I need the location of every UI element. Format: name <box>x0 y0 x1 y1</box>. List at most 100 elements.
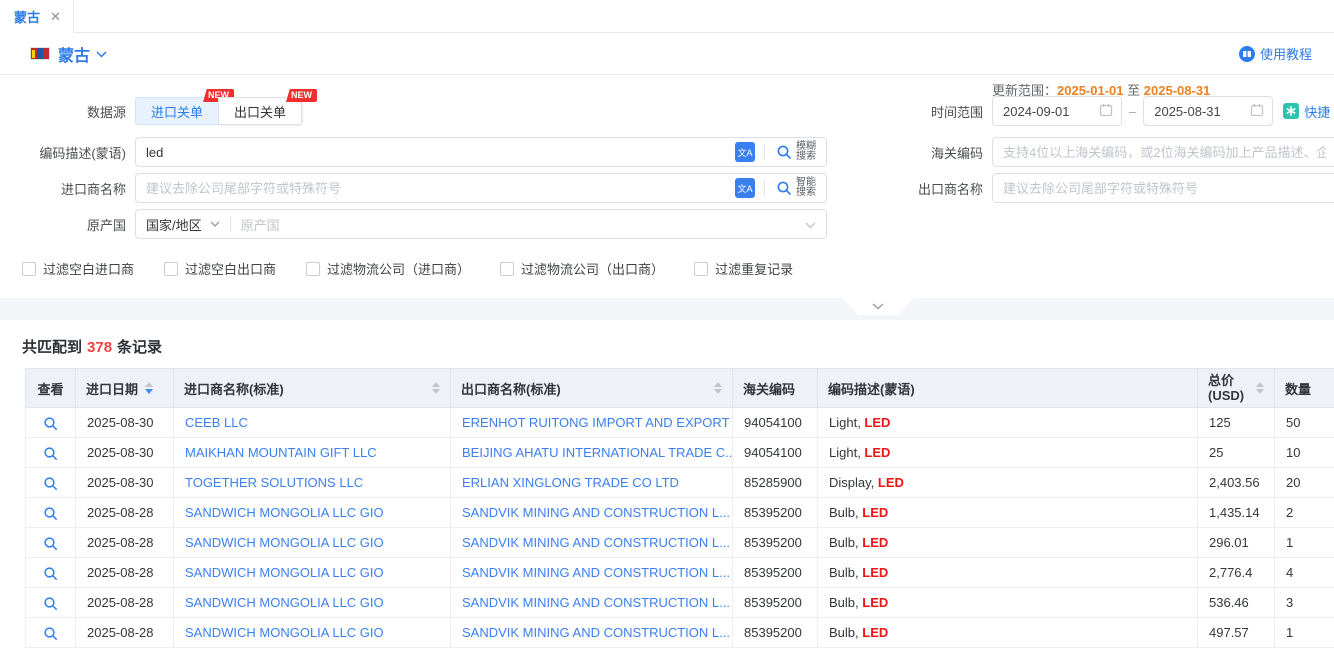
cell-code-desc: Bulb, LED <box>818 498 1198 528</box>
cell-import-date: 2025-08-28 <box>76 558 174 588</box>
filter-checkboxes: 过滤空白进口商 过滤空白出口商 过滤物流公司（进口商） 过滤物流公司（出口商） … <box>22 259 793 278</box>
records-table: 查看 进口日期 进口商名称(标准) 出口商名称(标准) 海关编码 编码描述(蒙语… <box>25 368 1334 648</box>
view-record-button[interactable] <box>43 536 58 551</box>
magnifier-icon <box>43 446 58 461</box>
shortcut-button[interactable]: 快捷 <box>1283 102 1330 121</box>
exporter-link[interactable]: SANDVIK MINING AND CONSTRUCTION L... <box>462 625 730 640</box>
view-record-button[interactable] <box>43 506 58 521</box>
chevron-down-icon[interactable] <box>805 217 816 232</box>
led-highlight: LED <box>878 475 904 490</box>
exporter-link[interactable]: BEIJING AHATU INTERNATIONAL TRADE C... <box>462 445 733 460</box>
tutorial-link[interactable]: 使用教程 <box>1239 44 1312 63</box>
cell-hs-code: 94054100 <box>733 438 818 468</box>
translate-icon[interactable]: 文A <box>735 142 755 162</box>
col-importer[interactable]: 进口商名称(标准) <box>174 369 451 408</box>
cell-hs-code: 85395200 <box>733 558 818 588</box>
results-summary: 共匹配到378条记录 <box>22 336 162 357</box>
cell-import-date: 2025-08-30 <box>76 468 174 498</box>
importer-link[interactable]: MAIKHAN MOUNTAIN GIFT LLC <box>185 445 377 460</box>
cell-import-date: 2025-08-28 <box>76 588 174 618</box>
col-exporter[interactable]: 出口商名称(标准) <box>451 369 733 408</box>
chevron-down-icon <box>872 303 884 310</box>
checkbox-icon <box>22 262 36 276</box>
importer-link[interactable]: SANDWICH MONGOLIA LLC GIO <box>185 535 384 550</box>
col-import-date[interactable]: 进口日期 <box>76 369 174 408</box>
col-code-desc: 编码描述(蒙语) <box>818 369 1198 408</box>
exporter-link[interactable]: SANDVIK MINING AND CONSTRUCTION L... <box>462 595 730 610</box>
led-highlight: LED <box>864 415 890 430</box>
importer-link[interactable]: SANDWICH MONGOLIA LLC GIO <box>185 595 384 610</box>
importer-link[interactable]: TOGETHER SOLUTIONS LLC <box>185 475 363 490</box>
collapse-panel-button[interactable] <box>843 298 913 315</box>
cell-code-desc: Light, LED <box>818 438 1198 468</box>
date-start-input[interactable]: 2024-09-01 <box>992 96 1122 126</box>
exporter-link[interactable]: ERENHOT RUITONG IMPORT AND EXPORT ... <box>462 415 733 430</box>
importer-link[interactable]: CEEB LLC <box>185 415 248 430</box>
app-screen: 蒙古 ✕ 蒙古 使用教程 更新范围：2025-01-01 至 2025-08-3… <box>0 0 1334 648</box>
cell-quantity: 50 <box>1275 408 1334 438</box>
view-record-button[interactable] <box>43 446 58 461</box>
sort-icons[interactable] <box>714 382 722 394</box>
view-record-button[interactable] <box>43 416 58 431</box>
smart-search-button[interactable]: 智能搜索 <box>774 178 826 198</box>
tutorial-label: 使用教程 <box>1260 44 1312 63</box>
checkbox-filter-blank-exporter[interactable]: 过滤空白出口商 <box>164 259 276 278</box>
col-total-usd[interactable]: 总价(USD) <box>1198 369 1275 408</box>
tab-import-declarations[interactable]: 进口关单 NEW <box>135 97 219 125</box>
cell-code-desc: Bulb, LED <box>818 558 1198 588</box>
led-highlight: LED <box>862 535 888 550</box>
origin-placeholder[interactable]: 原产国 <box>231 215 280 234</box>
col-hs-code: 海关编码 <box>733 369 818 408</box>
table-row: 2025-08-28 SANDWICH MONGOLIA LLC GIO SAN… <box>26 498 1334 528</box>
checkbox-filter-logistics-exporter[interactable]: 过滤物流公司（出口商） <box>500 259 664 278</box>
translate-icon[interactable]: 文A <box>735 178 755 198</box>
tab-mongolia[interactable]: 蒙古 ✕ <box>0 0 74 33</box>
table-row: 2025-08-28 SANDWICH MONGOLIA LLC GIO SAN… <box>26 588 1334 618</box>
sort-icons[interactable] <box>145 382 153 394</box>
checkbox-filter-duplicates[interactable]: 过滤重复记录 <box>694 259 793 278</box>
sort-icons[interactable] <box>432 382 440 394</box>
cell-total-usd: 2,403.56 <box>1198 468 1275 498</box>
time-range-label: 时间范围 <box>872 102 992 121</box>
exporter-link[interactable]: ERLIAN XINGLONG TRADE CO LTD <box>462 475 679 490</box>
code-desc-input[interactable] <box>136 138 735 166</box>
exporter-link[interactable]: SANDVIK MINING AND CONSTRUCTION L... <box>462 565 730 580</box>
view-record-button[interactable] <box>43 596 58 611</box>
checkbox-filter-blank-importer[interactable]: 过滤空白进口商 <box>22 259 134 278</box>
tab-export-declarations[interactable]: 出口关单 NEW <box>218 97 302 125</box>
chevron-down-icon[interactable] <box>96 46 107 61</box>
importer-link[interactable]: SANDWICH MONGOLIA LLC GIO <box>185 505 384 520</box>
importer-input[interactable] <box>136 174 735 202</box>
new-badge: NEW <box>286 89 317 102</box>
hs-code-input[interactable] <box>993 138 1334 166</box>
view-record-button[interactable] <box>43 476 58 491</box>
magnifier-icon <box>43 596 58 611</box>
importer-group: 文A 智能搜索 <box>135 173 827 203</box>
date-end-input[interactable]: 2025-08-31 <box>1143 96 1273 126</box>
table-row: 2025-08-28 SANDWICH MONGOLIA LLC GIO SAN… <box>26 558 1334 588</box>
exporter-input[interactable] <box>993 174 1334 202</box>
exporter-link[interactable]: SANDVIK MINING AND CONSTRUCTION L... <box>462 505 730 520</box>
cell-code-desc: Bulb, LED <box>818 528 1198 558</box>
region-select[interactable]: 国家/地区 <box>136 210 230 238</box>
checkbox-filter-logistics-importer[interactable]: 过滤物流公司（进口商） <box>306 259 470 278</box>
search-icon <box>776 180 792 196</box>
table-row: 2025-08-30 MAIKHAN MOUNTAIN GIFT LLC BEI… <box>26 438 1334 468</box>
table-row: 2025-08-30 CEEB LLC ERENHOT RUITONG IMPO… <box>26 408 1334 438</box>
col-quantity: 数量 <box>1275 369 1334 408</box>
magnifier-icon <box>43 566 58 581</box>
search-icon <box>776 144 792 160</box>
fuzzy-search-button[interactable]: 模糊搜索 <box>774 142 826 162</box>
cell-import-date: 2025-08-28 <box>76 528 174 558</box>
led-highlight: LED <box>862 505 888 520</box>
view-record-button[interactable] <box>43 626 58 641</box>
view-record-button[interactable] <box>43 566 58 581</box>
importer-link[interactable]: SANDWICH MONGOLIA LLC GIO <box>185 625 384 640</box>
magnifier-icon <box>43 626 58 641</box>
cell-total-usd: 1,435.14 <box>1198 498 1275 528</box>
close-icon[interactable]: ✕ <box>50 10 61 23</box>
importer-link[interactable]: SANDWICH MONGOLIA LLC GIO <box>185 565 384 580</box>
sort-icons[interactable] <box>1256 382 1264 394</box>
exporter-link[interactable]: SANDVIK MINING AND CONSTRUCTION L... <box>462 535 730 550</box>
tab-label: 蒙古 <box>14 7 40 26</box>
